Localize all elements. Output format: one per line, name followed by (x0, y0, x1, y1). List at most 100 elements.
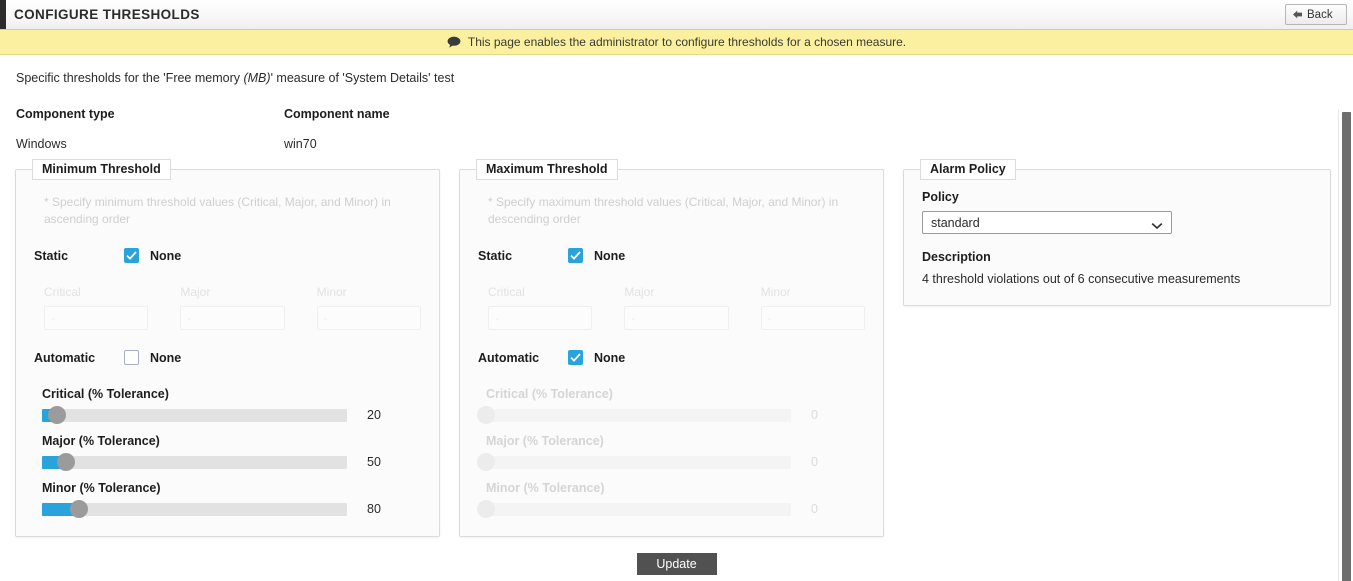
chevron-down-icon (1151, 219, 1163, 233)
minimum-minor-tolerance-slider[interactable] (42, 500, 347, 518)
slider-handle[interactable] (477, 500, 495, 518)
maximum-major-tolerance-value: 0 (811, 455, 818, 469)
maximum-major-tolerance-label: Major (% Tolerance) (486, 434, 604, 448)
maximum-static-none-label: None (594, 248, 626, 263)
minimum-threshold-panel: Minimum Threshold * Specify minimum thre… (15, 159, 440, 537)
maximum-static-fields: Critical Major Minor (488, 285, 865, 330)
minimum-critical-tolerance-label: Critical (% Tolerance) (42, 387, 169, 401)
maximum-threshold-panel: Maximum Threshold * Specify maximum thre… (459, 159, 884, 537)
maximum-minor-input[interactable] (760, 306, 865, 330)
maximum-automatic-label: Automatic (478, 350, 540, 365)
minimum-major-label: Major (180, 285, 211, 299)
minimum-critical-field: Critical (44, 285, 149, 330)
minimum-automatic-row: Automatic None (34, 350, 421, 365)
slider-handle[interactable] (57, 453, 76, 471)
measure-description-prefix: Specific thresholds for the 'Free memory (16, 71, 244, 85)
maximum-minor-tolerance-block: Minor (% Tolerance) 0 (477, 481, 865, 518)
maximum-static-row: Static None (478, 248, 865, 263)
maximum-static-label: Static (478, 248, 513, 263)
component-name-label: Component name (284, 107, 390, 121)
policy-label: Policy (922, 190, 959, 204)
info-banner: This page enables the administrator to c… (0, 30, 1353, 55)
minimum-static-fields: Critical Major Minor (44, 285, 421, 330)
minimum-major-tolerance-block: Major (% Tolerance) 50 (42, 434, 421, 471)
slider-handle[interactable] (69, 500, 88, 518)
maximum-threshold-legend: Maximum Threshold (476, 159, 618, 180)
policy-select-value: standard (931, 215, 980, 230)
threshold-panels: Minimum Threshold * Specify minimum thre… (0, 159, 1353, 537)
maximum-minor-label: Minor (760, 285, 791, 299)
component-info: Component type Windows Component name wi… (0, 85, 1353, 151)
maximum-automatic-none-label: None (594, 350, 626, 365)
minimum-critical-input[interactable] (44, 306, 149, 330)
measure-description: Specific thresholds for the 'Free memory… (0, 55, 1353, 85)
measure-description-suffix: ' measure of 'System Details' test (270, 71, 455, 85)
maximum-minor-tolerance-value: 0 (811, 502, 818, 516)
minimum-critical-tolerance-block: Critical (% Tolerance) 20 (42, 387, 421, 424)
slider-handle[interactable] (477, 406, 495, 424)
minimum-minor-tolerance-block: Minor (% Tolerance) 80 (42, 481, 421, 518)
minimum-major-tolerance-label: Major (% Tolerance) (42, 434, 160, 448)
minimum-automatic-label: Automatic (34, 350, 96, 365)
maximum-critical-tolerance-block: Critical (% Tolerance) 0 (477, 387, 865, 424)
minimum-major-tolerance-slider[interactable] (42, 453, 347, 471)
maximum-critical-label: Critical (488, 285, 525, 299)
minimum-threshold-hint: * Specify minimum threshold values (Crit… (44, 195, 391, 226)
description-value: 4 threshold violations out of 6 consecut… (922, 272, 1241, 286)
maximum-minor-tolerance-slider[interactable] (477, 500, 791, 518)
minimum-minor-tolerance-value: 80 (367, 502, 381, 516)
slider-handle[interactable] (477, 453, 495, 471)
back-button[interactable]: Back (1285, 4, 1347, 25)
minimum-automatic-none-label: None (150, 350, 182, 365)
update-button[interactable]: Update (636, 553, 717, 575)
maximum-automatic-row: Automatic None (478, 350, 865, 365)
minimum-static-row: Static None (34, 248, 421, 263)
minimum-major-tolerance-value: 50 (367, 455, 381, 469)
page-scrollbar-thumb[interactable] (1342, 112, 1351, 581)
maximum-major-tolerance-slider[interactable] (477, 453, 791, 471)
component-type-column: Component type Windows (16, 107, 284, 151)
back-button-label: Back (1307, 8, 1333, 21)
maximum-major-label: Major (624, 285, 655, 299)
speech-bubble-icon (447, 36, 461, 48)
alarm-policy-legend: Alarm Policy (920, 159, 1016, 180)
minimum-static-label: Static (34, 248, 69, 263)
minimum-critical-tolerance-slider[interactable] (42, 406, 347, 424)
back-arrow-icon (1292, 9, 1303, 20)
description-label: Description (922, 250, 991, 264)
minimum-major-field: Major (180, 285, 285, 330)
minimum-major-input[interactable] (180, 306, 285, 330)
page-scrollbar[interactable] (1338, 110, 1353, 581)
minimum-critical-label: Critical (44, 285, 81, 299)
maximum-critical-tolerance-label: Critical (% Tolerance) (486, 387, 613, 401)
title-bar: CONFIGURE THRESHOLDS Back (0, 0, 1353, 30)
maximum-critical-tolerance-slider[interactable] (477, 406, 791, 424)
maximum-minor-tolerance-label: Minor (% Tolerance) (486, 481, 605, 495)
minimum-minor-tolerance-label: Minor (% Tolerance) (42, 481, 161, 495)
component-type-label: Component type (16, 107, 115, 121)
maximum-automatic-none-checkbox[interactable] (568, 350, 583, 365)
minimum-critical-tolerance-value: 20 (367, 408, 381, 422)
maximum-tolerance-sliders: Critical (% Tolerance) 0 Major (% Tolera… (477, 387, 865, 518)
minimum-tolerance-sliders: Critical (% Tolerance) 20 Major (% Toler… (42, 387, 421, 518)
policy-select[interactable]: standard (922, 211, 1172, 234)
maximum-static-none-checkbox[interactable] (568, 248, 583, 263)
minimum-static-none-checkbox[interactable] (124, 248, 139, 263)
maximum-critical-tolerance-value: 0 (811, 408, 818, 422)
maximum-major-tolerance-block: Major (% Tolerance) 0 (477, 434, 865, 471)
component-type-value: Windows (16, 137, 67, 151)
maximum-major-input[interactable] (624, 306, 729, 330)
minimum-minor-field: Minor (316, 285, 421, 330)
component-name-value: win70 (284, 137, 317, 151)
maximum-critical-input[interactable] (488, 306, 593, 330)
footer-actions: Update (0, 553, 1353, 575)
slider-handle[interactable] (48, 406, 67, 424)
minimum-minor-label: Minor (316, 285, 347, 299)
maximum-threshold-hint: * Specify maximum threshold values (Crit… (488, 195, 839, 226)
maximum-critical-field: Critical (488, 285, 593, 330)
minimum-automatic-none-checkbox[interactable] (124, 350, 139, 365)
content-area: Specific thresholds for the 'Free memory… (0, 55, 1353, 581)
component-name-column: Component name win70 (284, 107, 552, 151)
alarm-policy-panel: Alarm Policy Policy standard Description… (903, 159, 1331, 306)
minimum-minor-input[interactable] (316, 306, 421, 330)
